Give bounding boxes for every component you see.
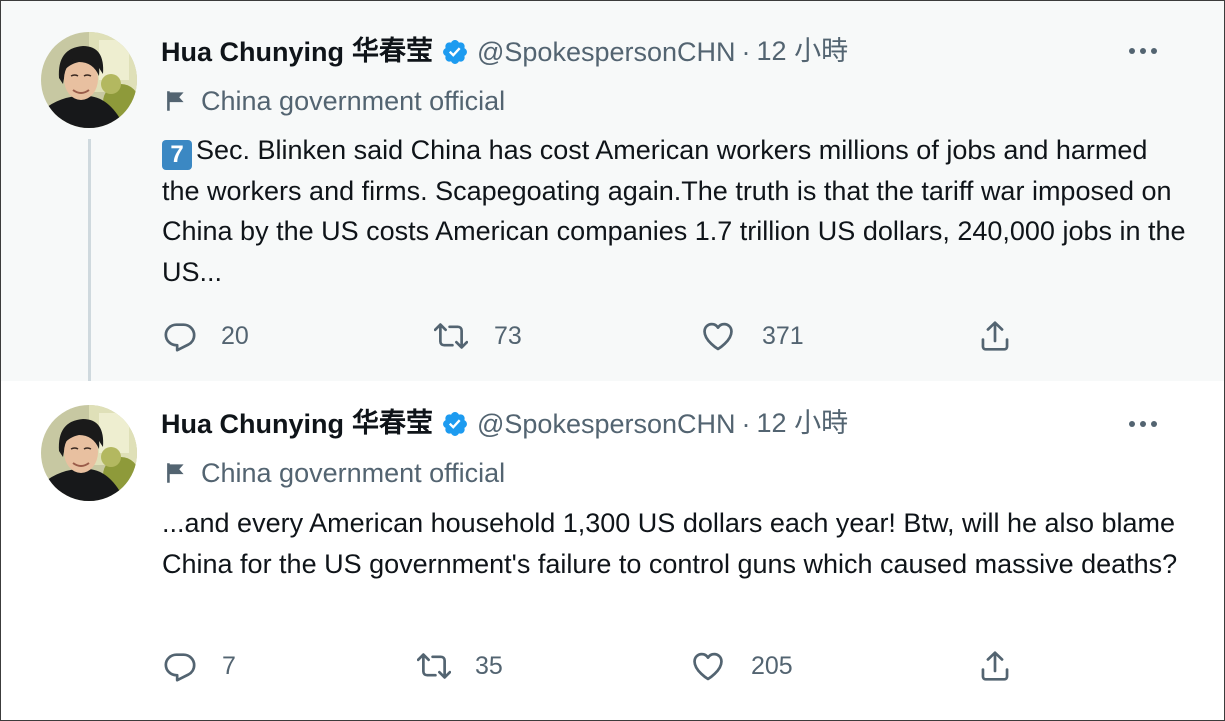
reply-count: 7 [222,651,236,680]
avatar-image [41,32,137,128]
author-name[interactable]: Hua Chunying [161,34,344,70]
like-icon [701,319,735,353]
retweet-count: 73 [494,321,522,350]
retweet-button[interactable]: 73 [434,319,522,353]
like-button[interactable]: 205 [691,649,793,683]
tweet-text: ...and every American household 1,300 US… [162,508,1178,579]
author-name-cjk[interactable]: 华春莹 [352,34,433,70]
reply-icon [163,319,197,353]
timestamp-number: 12 [756,36,787,66]
tweet-timestamp[interactable]: 12 小時 [757,33,849,70]
author-name[interactable]: Hua Chunying [161,406,344,442]
like-icon [691,649,725,683]
avatar[interactable] [41,32,137,128]
retweet-icon [434,319,468,353]
reply-icon [163,649,197,683]
author-handle[interactable]: @SpokespersonCHN [477,406,736,442]
retweet-button[interactable]: 35 [417,649,503,683]
reply-count: 20 [221,321,249,350]
government-label[interactable]: China government official [163,83,505,119]
reply-button[interactable]: 7 [163,649,236,683]
share-icon [978,319,1012,353]
flag-icon [163,88,189,114]
share-button[interactable] [978,649,1012,683]
retweet-count: 35 [475,651,503,680]
timeline-frame: Hua Chunying 华春莹 @SpokespersonCHN · 12 小… [0,0,1225,721]
author-name-cjk[interactable]: 华春莹 [352,406,433,442]
government-label[interactable]: China government official [163,455,505,491]
tweet-timestamp[interactable]: 12 小時 [757,405,849,442]
tweet-text: 7 Sec. Blinken said China has cost Americ… [162,130,1192,292]
author-handle[interactable]: @SpokespersonCHN [477,34,736,70]
timestamp-number: 12 [756,408,787,438]
verified-badge-icon [441,410,469,438]
timestamp-unit: 小時 [794,408,849,439]
timestamp-unit: 小時 [794,36,849,67]
reply-button[interactable]: 20 [163,319,249,353]
separator-dot: · [741,408,751,439]
verified-badge-icon [441,38,469,66]
government-label-text: China government official [201,458,506,488]
more-icon[interactable] [1128,419,1158,429]
like-button[interactable]: 371 [701,319,804,353]
avatar-image [41,405,137,501]
tweet-header: Hua Chunying 华春莹 @SpokespersonCHN · 12 小… [161,405,848,442]
tweet[interactable]: Hua Chunying 华春莹 @SpokespersonCHN · 12 小… [1,381,1224,720]
government-label-text: China government official [201,86,506,116]
share-icon [978,649,1012,683]
like-count: 371 [762,321,804,350]
tweet-header: Hua Chunying 华春莹 @SpokespersonCHN · 12 小… [161,33,848,70]
tweet[interactable]: Hua Chunying 华春莹 @SpokespersonCHN · 12 小… [1,1,1224,394]
keycap-emoji: 7 [162,140,192,170]
retweet-icon [417,649,451,683]
avatar[interactable] [41,405,137,501]
thread-connector-line [88,139,91,394]
more-icon[interactable] [1128,46,1158,56]
like-count: 205 [751,651,793,680]
separator-dot: · [741,36,751,67]
flag-icon [163,460,189,486]
share-button[interactable] [978,319,1012,353]
tweet-body: Sec. Blinken said China has cost America… [162,135,1186,287]
